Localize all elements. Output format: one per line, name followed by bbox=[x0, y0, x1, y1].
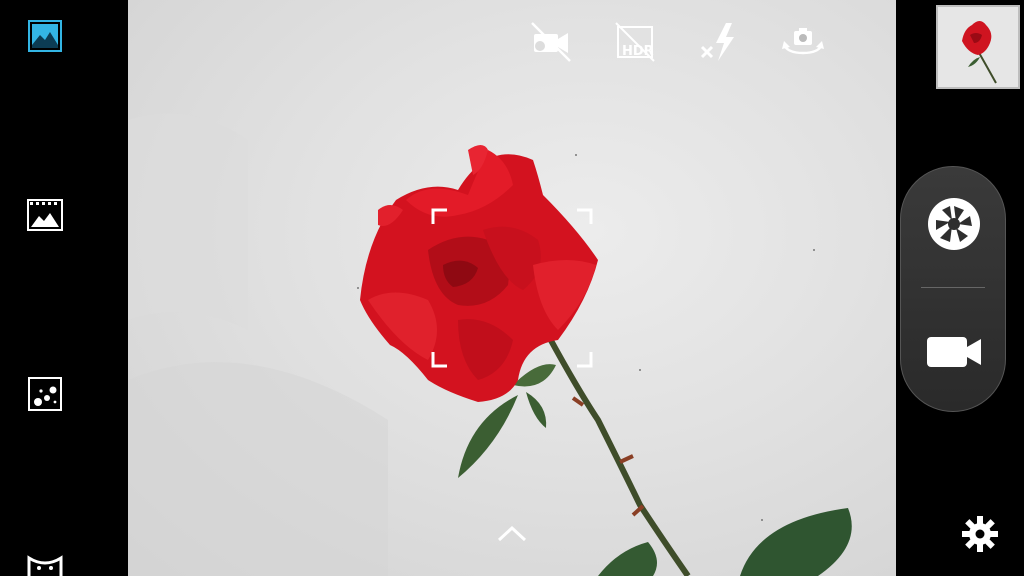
panorama-mode-button[interactable] bbox=[26, 196, 64, 234]
photo-mode-button[interactable] bbox=[26, 17, 64, 55]
viewfinder[interactable]: HDR bbox=[128, 0, 896, 576]
camera-app: HDR bbox=[0, 0, 1024, 576]
video-record-button[interactable] bbox=[919, 317, 989, 387]
shutter-button[interactable] bbox=[919, 189, 989, 259]
last-photo-thumbnail[interactable] bbox=[936, 5, 1020, 89]
capture-divider bbox=[921, 287, 985, 288]
face-mode-button[interactable] bbox=[26, 552, 64, 576]
switch-camera-icon bbox=[782, 28, 824, 55]
right-panel bbox=[896, 0, 1024, 576]
mode-rail bbox=[0, 0, 128, 576]
shutter-aperture-icon bbox=[928, 198, 980, 250]
thumbnail-image bbox=[938, 7, 1018, 87]
face-beauty-icon bbox=[27, 555, 63, 576]
top-toolbar: HDR bbox=[528, 18, 826, 66]
switch-camera-button[interactable] bbox=[780, 19, 826, 65]
hdr-toggle[interactable]: HDR bbox=[612, 19, 658, 65]
flash-off-icon bbox=[700, 23, 734, 61]
panorama-film-icon bbox=[27, 199, 63, 231]
gear-icon bbox=[962, 516, 998, 552]
camcorder-off-icon bbox=[531, 22, 571, 62]
hdr-off-icon: HDR bbox=[615, 22, 655, 62]
video-record-icon bbox=[927, 337, 981, 367]
focus-brackets bbox=[431, 208, 593, 368]
video-off-toggle[interactable] bbox=[528, 19, 574, 65]
landscape-photo-icon bbox=[28, 20, 62, 52]
effects-mode-button[interactable] bbox=[26, 375, 64, 413]
bokeh-effect-icon bbox=[28, 377, 62, 411]
capture-controls bbox=[900, 166, 1006, 412]
chevron-up-icon[interactable] bbox=[496, 522, 528, 544]
flash-toggle[interactable] bbox=[696, 19, 742, 65]
settings-button[interactable] bbox=[960, 514, 1000, 554]
